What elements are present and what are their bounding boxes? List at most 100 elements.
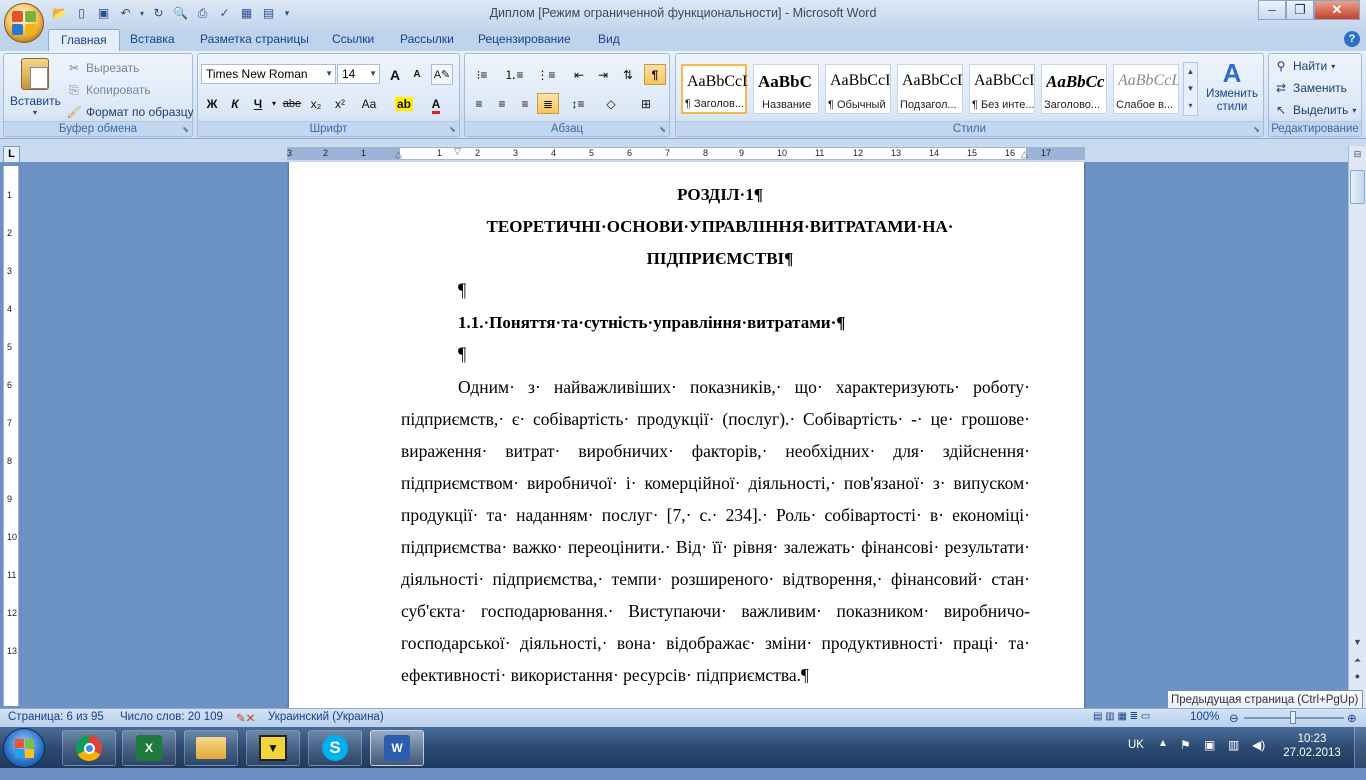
language-bar[interactable]: UK: [1128, 739, 1144, 780]
superscript-button[interactable]: x²: [329, 93, 351, 114]
underline-button[interactable]: Ч: [247, 93, 269, 114]
align-left-icon[interactable]: ≡: [468, 93, 490, 114]
clipboard-launcher-icon[interactable]: ⬊: [182, 125, 189, 134]
word-taskbar-button[interactable]: W: [370, 730, 424, 766]
shading-icon[interactable]: ◇: [597, 93, 625, 114]
office-button[interactable]: [4, 3, 44, 43]
format-painter-button[interactable]: 🖌 Формат по образцу: [66, 104, 193, 120]
bullets-icon[interactable]: ⁝≡: [468, 64, 496, 85]
replace-button[interactable]: ⇄ Заменить: [1273, 80, 1347, 96]
align-right-icon[interactable]: ≡: [514, 93, 536, 114]
view-buttons-icon[interactable]: ▤ ▥ ▦ ≣ ▭: [1093, 711, 1150, 722]
font-launcher-icon[interactable]: ⬊: [449, 125, 456, 134]
close-button[interactable]: ✕: [1314, 0, 1360, 20]
tab-page-layout[interactable]: Разметка страницы: [188, 29, 321, 51]
volume-icon[interactable]: ◀): [1252, 738, 1265, 779]
font-color-button[interactable]: A: [422, 93, 450, 114]
multilevel-list-icon[interactable]: ⋮≡: [532, 64, 560, 85]
copy-button[interactable]: ⎘ Копировать: [66, 82, 150, 98]
right-indent-marker-icon[interactable]: △: [1021, 149, 1028, 159]
flag-icon[interactable]: ⚑: [1180, 738, 1191, 779]
style-heading[interactable]: AaBbCc Заголово...: [1041, 64, 1107, 114]
show-desktop-button[interactable]: [1354, 727, 1366, 768]
previous-page-icon[interactable]: ⏶: [1351, 654, 1364, 667]
tab-insert[interactable]: Вставка: [118, 29, 187, 51]
highlight-button[interactable]: ab: [390, 93, 418, 114]
paste-button[interactable]: Вставить ▾: [10, 56, 61, 120]
style-subtitle[interactable]: AaBbCcDc Подзагол...: [897, 64, 963, 114]
start-button[interactable]: [3, 728, 45, 768]
first-line-indent-marker-icon[interactable]: ▽: [454, 148, 461, 157]
horizontal-ruler[interactable]: 3 2 1 1 2 3 4 5 6 7 8 9 10 11 12 13 14 1…: [287, 147, 1085, 160]
change-case-button[interactable]: Aa: [355, 93, 383, 114]
italic-button[interactable]: К: [224, 93, 246, 114]
justify-icon[interactable]: ≣: [537, 93, 559, 114]
vertical-scrollbar[interactable]: ⊟ ▼ ⏶ ● ⏷: [1348, 146, 1366, 708]
shrink-font-button[interactable]: A: [406, 64, 428, 85]
ruler-toggle-icon[interactable]: ⊟: [1351, 148, 1364, 161]
grow-font-button[interactable]: A: [384, 64, 406, 85]
style-no-spacing[interactable]: AaBbCcI ¶ Без инте...: [969, 64, 1035, 114]
cut-button[interactable]: ✂ Вырезать: [66, 60, 139, 76]
change-styles-button[interactable]: A Изменить стили: [1202, 58, 1262, 114]
tab-home[interactable]: Главная: [48, 29, 120, 51]
minimize-button[interactable]: –: [1258, 0, 1286, 20]
ruler-number: 6: [627, 148, 633, 158]
tab-selector-button[interactable]: L: [3, 146, 20, 163]
style-normal[interactable]: AaBbCcI ¶ Обычный: [825, 64, 891, 114]
tab-references[interactable]: Ссылки: [320, 29, 386, 51]
tab-view[interactable]: Вид: [586, 29, 632, 51]
left-indent-marker-icon[interactable]: △: [395, 149, 402, 159]
zoom-in-icon[interactable]: ⊕: [1347, 711, 1357, 725]
tab-mailings[interactable]: Рассылки: [388, 29, 466, 51]
style-title[interactable]: AaBbC Название: [753, 64, 819, 114]
scrollbar-thumb[interactable]: [1350, 170, 1365, 204]
underline-dropdown-icon[interactable]: ▾: [269, 93, 279, 114]
style-subtle-emphasis[interactable]: AaBbCcL Слабое в...: [1113, 64, 1179, 114]
show-formatting-button[interactable]: ¶: [644, 64, 666, 85]
bold-button[interactable]: Ж: [201, 93, 223, 114]
subscript-button[interactable]: x₂: [305, 93, 327, 114]
batch-taskbar-button[interactable]: ▼: [246, 730, 300, 766]
sort-icon[interactable]: ⇅: [617, 64, 639, 85]
numbering-icon[interactable]: ⒈≡: [500, 64, 528, 85]
find-button[interactable]: ⚲ Найти ▾: [1273, 58, 1336, 74]
paragraph-launcher-icon[interactable]: ⬊: [659, 125, 666, 134]
document-page[interactable]: РОЗДІЛ·1¶ ТЕОРЕТИЧНІ·ОСНОВИ·УПРАВЛІННЯ·В…: [289, 162, 1084, 708]
select-browse-object-icon[interactable]: ●: [1351, 670, 1364, 683]
page-count[interactable]: Страница: 6 из 95: [8, 711, 104, 723]
borders-icon[interactable]: ⊞: [632, 93, 660, 114]
skype-taskbar-button[interactable]: S: [308, 730, 362, 766]
network-icon[interactable]: ▥: [1228, 738, 1239, 779]
word-count[interactable]: Число слов: 20 109: [120, 711, 223, 723]
align-center-icon[interactable]: ≡: [491, 93, 513, 114]
language-indicator[interactable]: Украинский (Украина): [268, 711, 384, 723]
chrome-taskbar-button[interactable]: [62, 730, 116, 766]
proofing-icon[interactable]: ✎✕: [236, 711, 255, 725]
styles-scroll[interactable]: ▲ ▼ ▾: [1183, 62, 1198, 116]
zoom-slider-thumb[interactable]: [1290, 711, 1296, 724]
style-heading1[interactable]: AaBbCcDc ¶ Заголов...: [681, 64, 747, 114]
skype-icon: S: [322, 735, 348, 761]
font-size-combo[interactable]: 14 ▼: [337, 64, 380, 84]
clear-formatting-icon[interactable]: A✎: [431, 64, 453, 85]
styles-launcher-icon[interactable]: ⬊: [1253, 125, 1260, 134]
show-hidden-icons-icon[interactable]: ▲: [1158, 738, 1168, 779]
select-button[interactable]: ↖ Выделить ▾: [1273, 102, 1356, 118]
increase-indent-icon[interactable]: ⇥: [592, 64, 614, 85]
decrease-indent-icon[interactable]: ⇤: [568, 64, 590, 85]
strikethrough-button[interactable]: abe: [281, 93, 303, 114]
vertical-ruler[interactable]: 1 2 3 4 5 6 7 8 9 10 11 12 13: [3, 166, 19, 706]
zoom-out-icon[interactable]: ⊖: [1229, 711, 1239, 725]
tab-review[interactable]: Рецензирование: [466, 29, 583, 51]
device-icon[interactable]: ▣: [1204, 738, 1215, 779]
excel-taskbar-button[interactable]: X: [122, 730, 176, 766]
explorer-taskbar-button[interactable]: [184, 730, 238, 766]
zoom-level[interactable]: 100%: [1190, 711, 1219, 723]
clock[interactable]: 10:23 27.02.2013: [1282, 732, 1342, 773]
scroll-down-arrow-icon[interactable]: ▼: [1351, 636, 1364, 649]
maximize-button[interactable]: ❐: [1286, 0, 1314, 20]
help-icon[interactable]: ?: [1344, 31, 1360, 47]
font-name-combo[interactable]: Times New Roman ▼: [201, 64, 336, 84]
line-spacing-icon[interactable]: ↕≡: [564, 93, 592, 114]
